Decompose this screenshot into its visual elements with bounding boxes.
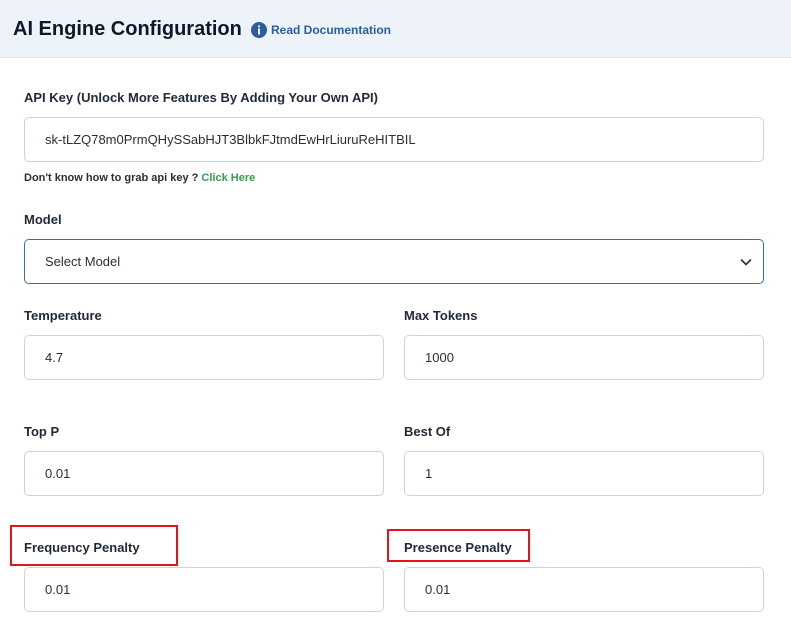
best-of-label: Best Of <box>404 424 451 439</box>
best-of-input[interactable] <box>404 451 764 496</box>
temperature-input[interactable] <box>24 335 384 380</box>
max-tokens-label: Max Tokens <box>404 308 478 323</box>
top-p-label: Top P <box>24 424 60 439</box>
api-key-input[interactable] <box>24 117 764 162</box>
model-select[interactable]: Select Model <box>24 239 764 284</box>
model-label: Model <box>24 212 62 227</box>
read-documentation-label: Read Documentation <box>271 23 392 37</box>
chevron-down-icon <box>740 259 752 266</box>
frequency-penalty-label: Frequency Penalty <box>24 540 140 555</box>
temperature-label: Temperature <box>24 308 102 323</box>
frequency-penalty-input[interactable] <box>24 567 384 612</box>
max-tokens-input[interactable] <box>404 335 764 380</box>
click-here-link[interactable]: Click Here <box>201 172 255 184</box>
model-selected-value: Select Model <box>45 254 121 269</box>
presence-penalty-input[interactable] <box>404 567 764 612</box>
api-key-helper: Don't know how to grab api key ? Click H… <box>24 171 255 185</box>
page-title: AI Engine Configuration <box>13 18 242 40</box>
read-documentation-link[interactable]: Read Documentation <box>251 22 391 38</box>
ai-engine-config-page: AI Engine Configuration Read Documentati… <box>0 0 791 634</box>
config-header: AI Engine Configuration Read Documentati… <box>0 0 791 58</box>
api-key-label: API Key (Unlock More Features By Adding … <box>24 90 378 105</box>
presence-penalty-label: Presence Penalty <box>404 540 512 555</box>
info-circle-icon <box>251 22 267 38</box>
top-p-input[interactable] <box>24 451 384 496</box>
api-key-helper-text: Don't know how to grab api key ? <box>24 172 199 184</box>
